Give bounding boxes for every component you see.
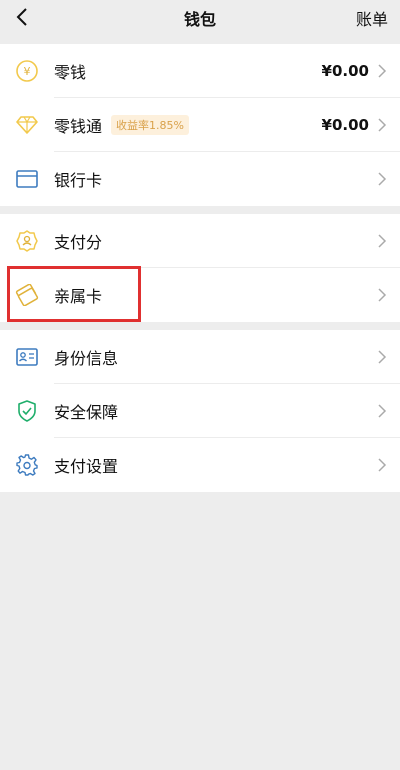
chevron-right-icon <box>378 172 387 186</box>
family-card-icon <box>15 283 39 307</box>
wallet-group-services: 支付分 亲属卡 <box>0 214 400 322</box>
chevron-right-icon <box>378 350 387 364</box>
chevron-right-icon <box>378 288 387 302</box>
diamond-icon <box>15 113 39 137</box>
chevron-right-icon <box>378 234 387 248</box>
security-label: 安全保障 <box>54 403 119 422</box>
lingqiantong-row[interactable]: 零钱通 收益率1.85% ¥0.00 <box>0 98 400 152</box>
bank-card-row[interactable]: 银行卡 <box>0 152 400 206</box>
pay-settings-label: 支付设置 <box>54 457 119 476</box>
balance-label: 零钱 <box>54 63 87 82</box>
pay-settings-row[interactable]: 支付设置 <box>0 438 400 492</box>
shield-icon <box>15 399 39 423</box>
balance-row[interactable]: ¥ 零钱 ¥0.00 <box>0 44 400 98</box>
security-row[interactable]: 安全保障 <box>0 384 400 438</box>
balance-value: ¥0.00 <box>321 62 369 80</box>
page-title: 钱包 <box>183 10 216 29</box>
pay-score-row[interactable]: 支付分 <box>0 214 400 268</box>
chevron-right-icon <box>378 404 387 418</box>
chevron-right-icon <box>378 458 387 472</box>
back-button[interactable] <box>6 2 38 32</box>
chevron-right-icon <box>378 118 387 132</box>
chevron-right-icon <box>378 64 387 78</box>
svg-text:¥: ¥ <box>24 65 31 78</box>
wallet-group-balance: ¥ 零钱 ¥0.00 零钱通 收益率1.85% ¥0.00 银行卡 <box>0 44 400 206</box>
identity-label: 身份信息 <box>54 349 119 368</box>
identity-row[interactable]: 身份信息 <box>0 330 400 384</box>
bank-card-icon <box>15 167 39 191</box>
coin-icon: ¥ <box>15 59 39 83</box>
yield-badge: 收益率1.85% <box>111 115 189 135</box>
lingqiantong-label: 零钱通 <box>54 117 103 136</box>
bank-card-label: 银行卡 <box>54 171 103 190</box>
lingqiantong-value: ¥0.00 <box>321 116 369 134</box>
id-card-icon <box>15 345 39 369</box>
pay-score-icon <box>15 229 39 253</box>
chevron-left-icon <box>16 8 27 26</box>
bill-button[interactable]: 账单 <box>356 6 388 30</box>
gear-icon <box>15 453 39 477</box>
navbar: 钱包 账单 <box>0 0 400 40</box>
family-card-label: 亲属卡 <box>54 287 103 306</box>
wallet-group-settings: 身份信息 安全保障 支付设置 <box>0 330 400 492</box>
pay-score-label: 支付分 <box>54 233 103 252</box>
family-card-row[interactable]: 亲属卡 <box>0 268 400 322</box>
